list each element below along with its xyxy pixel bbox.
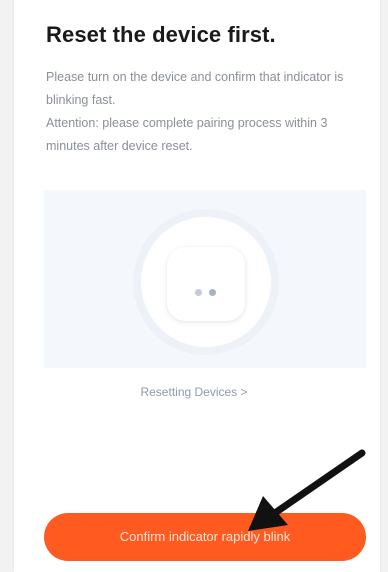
- device-illustration: [44, 190, 366, 368]
- instruction-line-1: Please turn on the device and confirm th…: [46, 70, 344, 107]
- resetting-devices-link[interactable]: Resetting Devices >: [0, 385, 388, 399]
- indicator-light-icon: [195, 289, 202, 296]
- instruction-text: Please turn on the device and confirm th…: [46, 66, 366, 158]
- pairing-screen: Reset the device first. Please turn on t…: [0, 0, 388, 572]
- instruction-line-2: Attention: please complete pairing proce…: [46, 116, 328, 153]
- device-circle: [141, 217, 271, 347]
- indicator-light-icon: [209, 289, 216, 296]
- smart-plug-device-icon: [167, 247, 245, 321]
- page-title: Reset the device first.: [46, 22, 276, 47]
- arrow-pointer-icon: [248, 449, 366, 531]
